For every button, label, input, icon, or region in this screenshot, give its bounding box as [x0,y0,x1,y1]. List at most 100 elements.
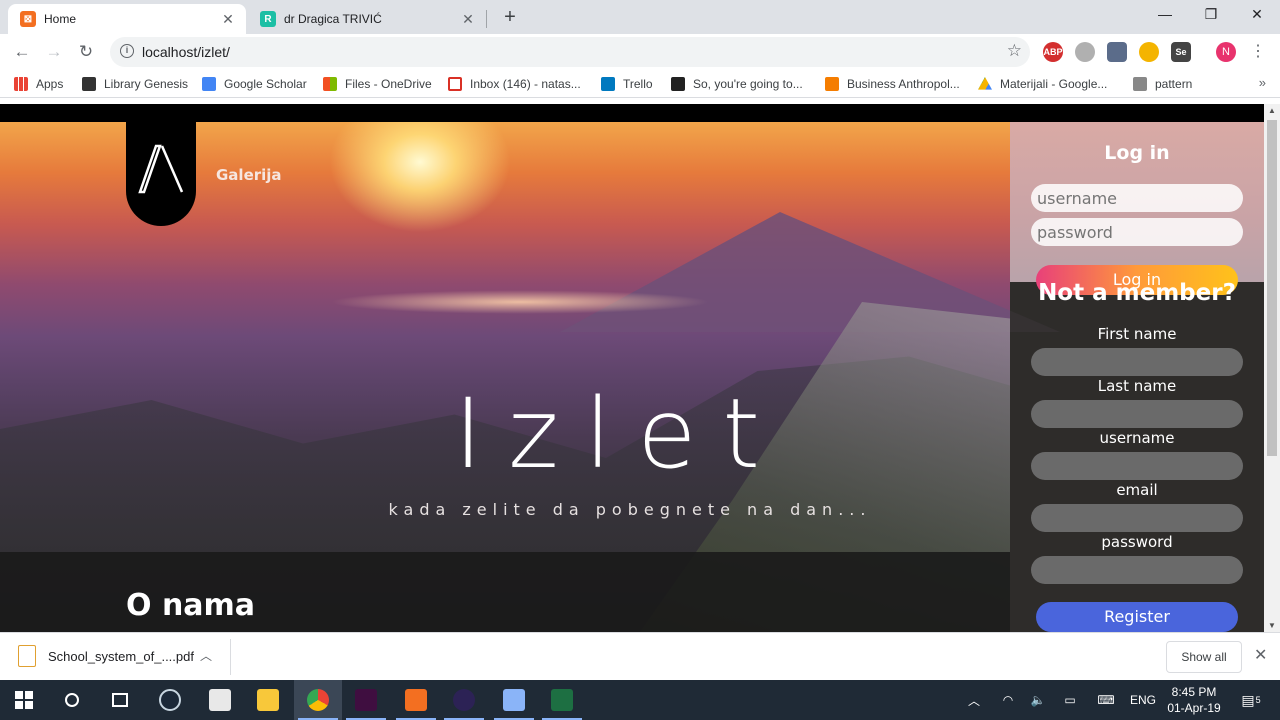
bookmark-label: Library Genesis [104,77,189,91]
extension-icon[interactable] [1075,42,1095,62]
bookmark-so-youre-going[interactable]: So, you're going to... [671,75,803,93]
keyboard-icon[interactable]: ⌨ [1092,680,1120,720]
excel-icon [551,689,573,711]
scrollbar-thumb[interactable] [1267,120,1277,456]
register-username-input[interactable] [1031,452,1243,480]
xampp-favicon-icon: ⊠ [20,11,36,27]
email-label: email [1116,481,1158,499]
file-explorer-taskbar-button[interactable] [244,680,292,720]
volume-icon[interactable]: 🔈 [1026,680,1050,720]
notifications-button[interactable]: ▤ 5 [1236,680,1266,720]
download-filename: School_system_of_....pdf [48,648,194,664]
register-password-input[interactable] [1031,556,1243,584]
bookmark-label: Business Anthropol... [847,77,960,91]
address-bar[interactable]: i localhost/izlet/ ☆ [110,37,1030,67]
slack-taskbar-button[interactable] [342,680,390,720]
nav-link-galerija[interactable]: Galerija [216,166,282,184]
close-window-button[interactable]: ✕ [1234,0,1280,30]
bookmark-pattern[interactable]: pattern [1133,75,1192,93]
windows-logo-icon [15,691,33,709]
apps-grid-icon [14,77,28,91]
show-hidden-icons-chevron-icon[interactable]: ︿ [962,680,986,720]
bookmark-label: Inbox (146) - natas... [470,77,581,91]
first-name-label: First name [1097,325,1177,343]
eclipse-taskbar-button[interactable] [440,680,488,720]
bookmark-onedrive[interactable]: Files - OneDrive [323,75,432,93]
page-scrollbar[interactable]: ▲ ▼ [1264,104,1280,632]
battery-icon[interactable]: ▭ [1058,680,1082,720]
close-tab-icon[interactable]: ✕ [458,11,478,28]
reload-icon[interactable]: ↻ [74,40,98,64]
bookmark-library-genesis[interactable]: Library Genesis [82,75,188,93]
top-bar [0,104,1264,122]
tab-separator [486,10,487,28]
wifi-icon[interactable]: ◠ [996,680,1020,720]
start-button[interactable] [0,680,48,720]
language-indicator[interactable]: ENG [1126,680,1160,720]
windows-taskbar: ︿ ◠ 🔈 ▭ ⌨ ENG 8:45 PM 01-Apr-19 ▤ 5 [0,680,1280,720]
show-all-button[interactable]: Show all [1166,641,1242,673]
login-password-input[interactable] [1031,218,1243,246]
last-name-input[interactable] [1031,400,1243,428]
trello-icon [601,77,615,91]
more-bookmarks-icon[interactable]: » [1259,75,1266,90]
calculator-icon [209,689,231,711]
first-name-input[interactable] [1031,348,1243,376]
auth-sidebar: Log in Log in Not a member? First name L… [1010,122,1264,632]
task-view-button[interactable] [96,680,144,720]
email-input[interactable] [1031,504,1243,532]
download-item[interactable]: School_system_of_....pdf [18,645,194,667]
clock[interactable]: 8:45 PM 01-Apr-19 [1164,684,1224,716]
blogger-icon [825,77,839,91]
bookmark-business-anthropology[interactable]: Business Anthropol... [825,75,960,93]
last-name-label: Last name [1097,377,1177,395]
hero-title: Izlet [453,378,787,490]
microsoft-icon [323,77,337,91]
xampp-icon [405,689,427,711]
register-button[interactable]: Register [1036,602,1238,632]
close-tab-icon[interactable]: ✕ [218,11,238,28]
bookmark-google-scholar[interactable]: Google Scholar [202,75,307,93]
bookmark-apps[interactable]: Apps [14,75,63,93]
new-tab-button[interactable]: + [498,6,522,30]
login-username-input[interactable] [1031,184,1243,212]
bookmark-gmail[interactable]: Inbox (146) - natas... [448,75,581,93]
steam-taskbar-button[interactable] [146,680,194,720]
forward-arrow-icon[interactable]: → [42,40,66,64]
adblock-extension-icon[interactable]: ABP [1043,42,1063,62]
excel-taskbar-button[interactable] [538,680,586,720]
info-icon[interactable]: i [120,44,134,58]
scroll-down-arrow-icon[interactable]: ▼ [1267,621,1277,630]
browser-toolbar: ← → ↻ i localhost/izlet/ ☆ ABP Se N ⋮ [0,34,1280,70]
eclipse-icon [453,689,475,711]
restore-button[interactable]: ❐ [1188,0,1234,30]
xampp-taskbar-button[interactable] [392,680,440,720]
chrome-menu-icon[interactable]: ⋮ [1250,40,1266,64]
site-logo[interactable] [126,122,196,226]
about-title: O nama [126,588,256,623]
bookmark-materijali[interactable]: Materijali - Google... [978,75,1107,93]
chevron-up-icon[interactable]: ︿ [200,647,212,664]
se-extension-icon[interactable]: Se [1171,42,1191,62]
download-separator [230,639,231,675]
tab-strip: ⊠ Home ✕ R dr Dragica TRIVIĆ ✕ + — ❐ ✕ [0,0,1280,34]
minimize-button[interactable]: — [1142,0,1188,30]
tab-home[interactable]: ⊠ Home ✕ [8,4,246,34]
scroll-up-arrow-icon[interactable]: ▲ [1267,106,1277,115]
pattern-icon [1133,77,1147,91]
register-title: Not a member? [1038,280,1236,306]
download-bar: School_system_of_....pdf ︿ Show all ✕ [0,632,1280,680]
bookmark-star-icon[interactable]: ☆ [1007,41,1022,61]
chrome-taskbar-button[interactable] [294,680,342,720]
tab-dragica[interactable]: R dr Dragica TRIVIĆ ✕ [248,4,486,34]
search-button[interactable] [48,680,96,720]
bookmark-trello[interactable]: Trello [601,75,653,93]
profile-avatar[interactable]: N [1216,42,1236,62]
back-arrow-icon[interactable]: ← [10,40,34,64]
printer-extension-icon[interactable] [1107,42,1127,62]
calculator-taskbar-button[interactable] [196,680,244,720]
paint-taskbar-button[interactable] [490,680,538,720]
paint-icon [503,689,525,711]
close-download-bar-icon[interactable]: ✕ [1254,645,1267,665]
extension-icon[interactable] [1139,42,1159,62]
